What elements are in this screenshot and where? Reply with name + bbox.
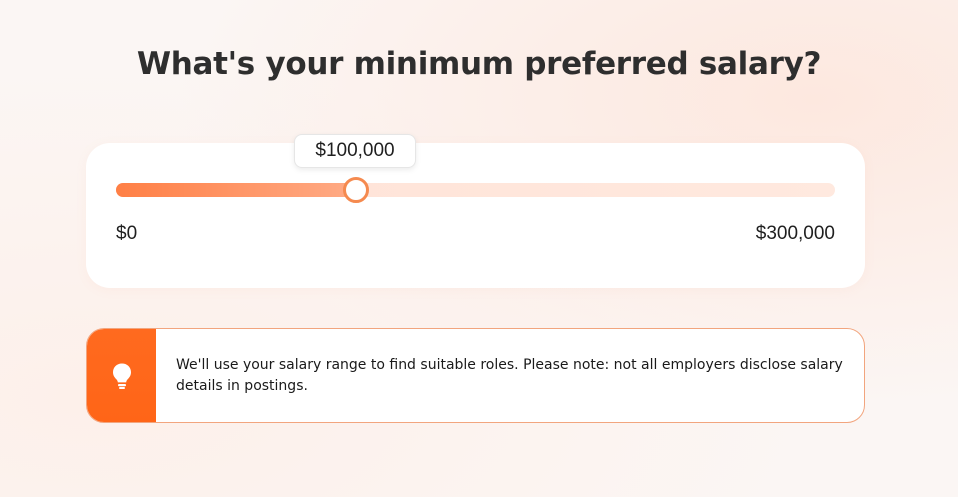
salary-max-label: $300,000 [755, 223, 835, 244]
salary-slider-card: $100,000 $0 $300,000 [86, 134, 865, 288]
info-text: We'll use your salary range to find suit… [176, 356, 843, 394]
salary-slider-fill [116, 183, 356, 197]
page-title: What's your minimum preferred salary? [136, 46, 822, 82]
salary-value-tooltip: $100,000 [294, 134, 416, 168]
lightbulb-icon [112, 363, 131, 389]
info-icon-panel [87, 329, 156, 422]
salary-info-notice: We'll use your salary range to find suit… [86, 328, 865, 423]
salary-slider-thumb[interactable] [343, 177, 369, 203]
salary-min-label: $0 [116, 223, 138, 244]
salary-slider-track[interactable] [116, 177, 835, 203]
